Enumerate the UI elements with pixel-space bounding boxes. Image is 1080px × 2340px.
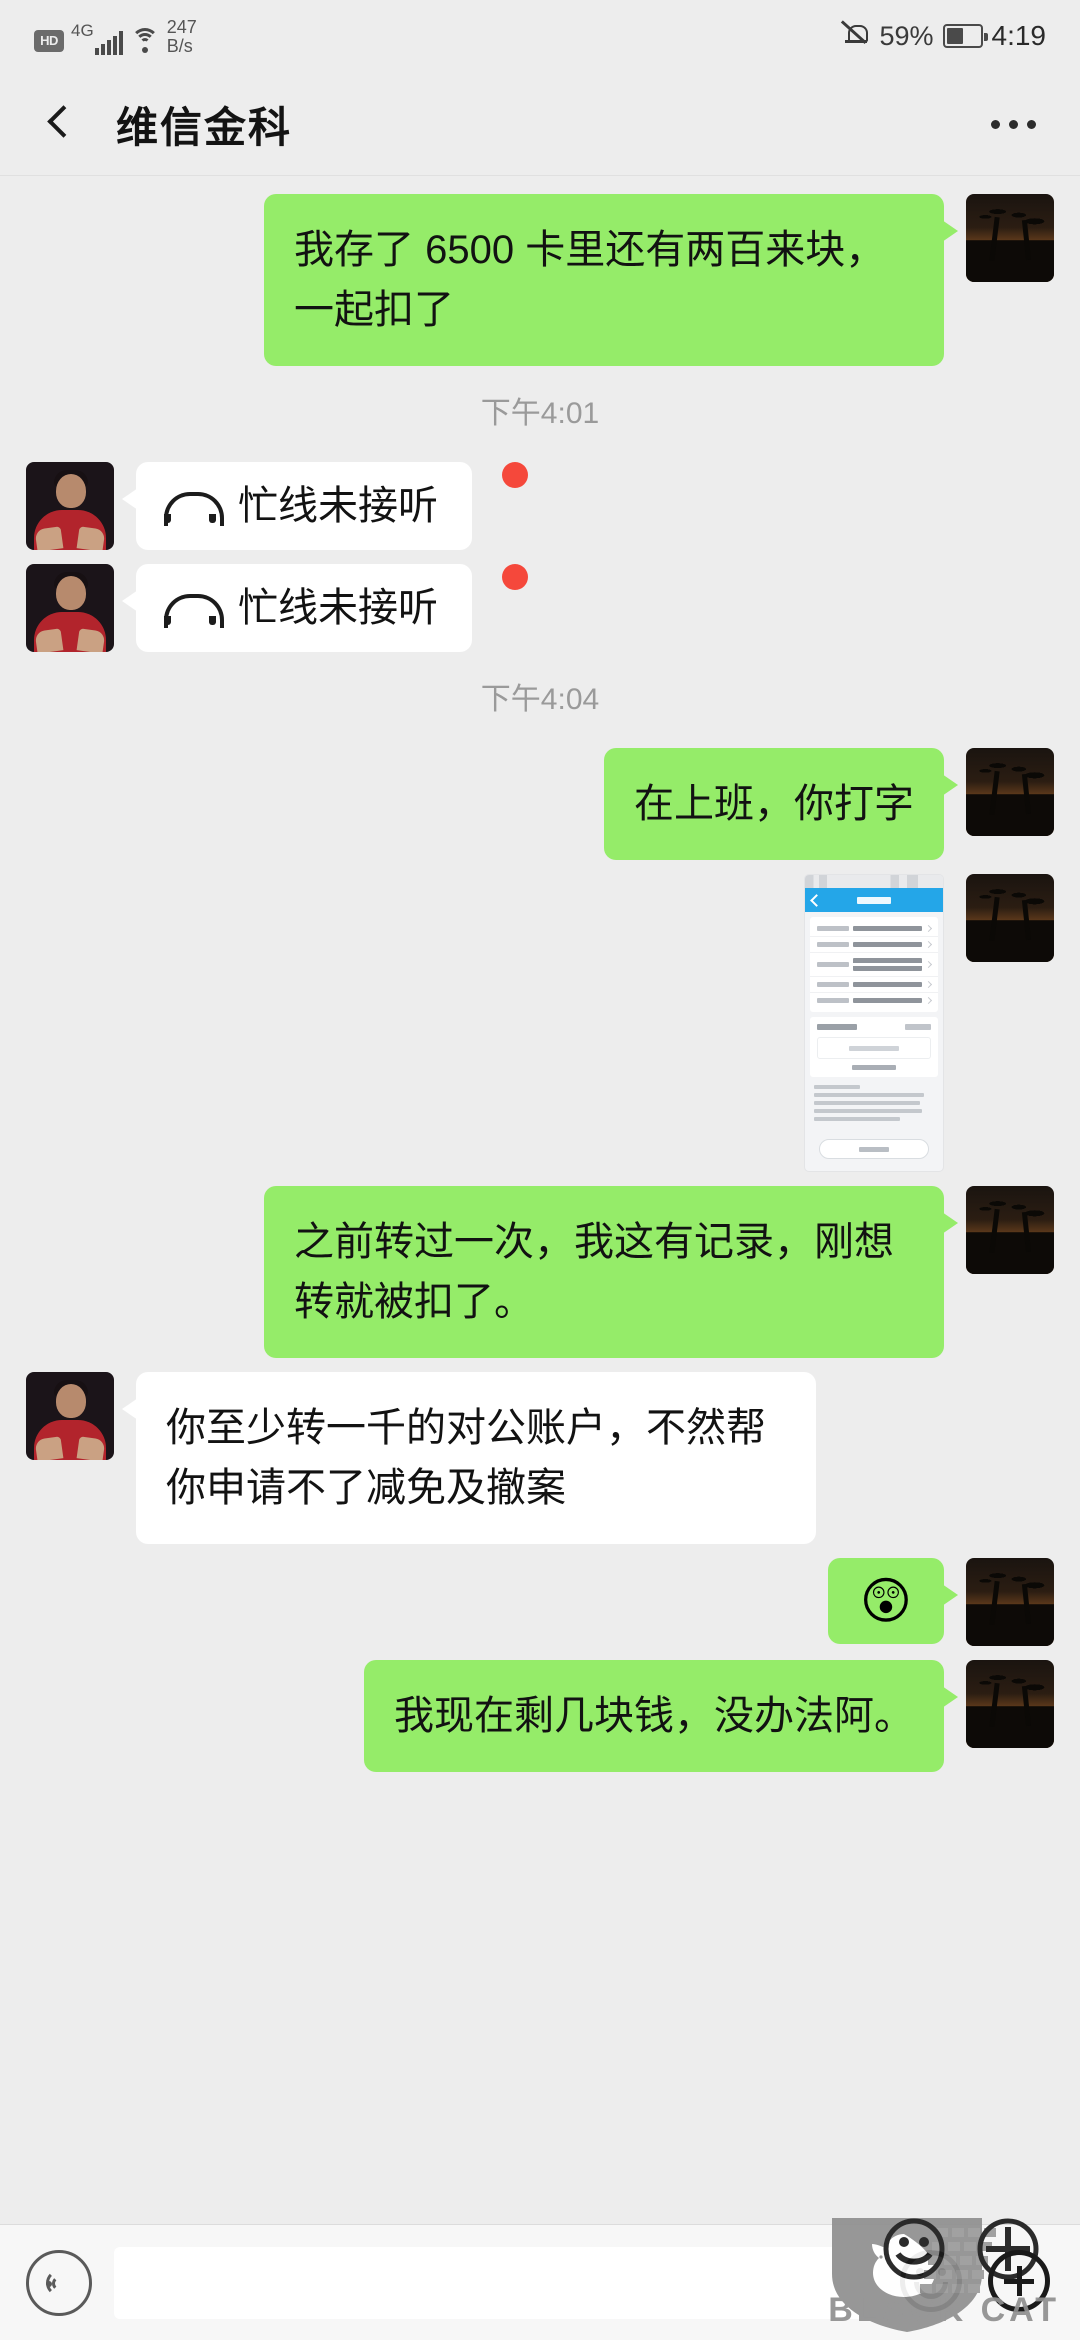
message-row: 在上班，你打字 bbox=[0, 748, 1080, 860]
message-row: 忙线未接听 bbox=[0, 462, 1080, 550]
message-row: 之前转过一次，我这有记录，刚想转就被扣了。 bbox=[0, 1186, 1080, 1358]
message-timestamp: 下午4:04 bbox=[480, 683, 600, 716]
message-timestamp: 下午4:01 bbox=[480, 397, 600, 430]
network-speed-value: 247 bbox=[166, 16, 197, 37]
emoji-icon[interactable] bbox=[900, 2249, 966, 2316]
avatar[interactable] bbox=[26, 462, 114, 550]
screenshot-amount-card bbox=[810, 1017, 938, 1077]
cellular-signal-icon: 4G bbox=[71, 22, 123, 55]
missed-call-label: 忙线未接听 bbox=[238, 484, 438, 528]
status-bar: HD 4G 247 B/s 59% 4:19 bbox=[0, 0, 1080, 72]
chat-bubble-outgoing[interactable]: 我存了 6500 卡里还有两百来块，一起扣了 bbox=[264, 194, 958, 366]
screenshot-note-text bbox=[805, 1077, 943, 1121]
network-speed: 247 B/s bbox=[166, 16, 197, 56]
battery-icon bbox=[942, 24, 988, 48]
network-speed-unit: B/s bbox=[166, 35, 193, 56]
page-title: 维信金科 bbox=[116, 103, 293, 151]
chat-bubble-outgoing[interactable]: 在上班，你打字 bbox=[604, 748, 958, 860]
chat-bubble-incoming[interactable]: 你至少转一千的对公账户，不然帮你申请不了减免及撤案 bbox=[122, 1372, 816, 1544]
screenshot-form-card bbox=[810, 917, 938, 1012]
avatar[interactable] bbox=[966, 748, 1054, 836]
phone-handset-icon bbox=[164, 492, 224, 526]
phone-handset-icon bbox=[164, 594, 224, 628]
message-input[interactable] bbox=[114, 2246, 878, 2319]
chat-bubble-outgoing[interactable]: 之前转过一次，我这有记录，刚想转就被扣了。 bbox=[264, 1186, 958, 1358]
hd-icon: HD bbox=[34, 29, 64, 52]
voice-input-icon[interactable] bbox=[26, 2249, 92, 2316]
unread-dot bbox=[502, 462, 528, 488]
chat-image-attachment[interactable] bbox=[804, 874, 944, 1172]
avatar[interactable] bbox=[966, 1558, 1054, 1646]
message-input-bar bbox=[0, 2224, 1080, 2340]
phone-screen: HD 4G 247 B/s 59% 4:19 维信金科 我存了 6500 卡里还… bbox=[0, 0, 1080, 2340]
avatar[interactable] bbox=[966, 1186, 1054, 1274]
chat-message-list[interactable]: 我存了 6500 卡里还有两百来块，一起扣了 下午4:01 忙线未接听 忙线未接… bbox=[0, 176, 1080, 2224]
message-row: 我存了 6500 卡里还有两百来块，一起扣了 bbox=[0, 194, 1080, 366]
screenshot-next-button bbox=[819, 1139, 929, 1159]
chat-bubble-incoming-call[interactable]: 忙线未接听 bbox=[122, 462, 472, 550]
message-row bbox=[0, 874, 1080, 1172]
signal-bars-icon bbox=[94, 29, 123, 55]
missed-call-label: 忙线未接听 bbox=[238, 586, 438, 630]
avatar[interactable] bbox=[26, 564, 114, 652]
status-clock: 4:19 bbox=[991, 20, 1047, 51]
message-row: 忙线未接听 bbox=[0, 564, 1080, 652]
back-chevron-icon[interactable] bbox=[40, 104, 80, 144]
unread-dot bbox=[502, 564, 528, 590]
more-options-icon[interactable] bbox=[987, 108, 1040, 141]
chat-bubble-outgoing[interactable]: 我现在剩几块钱，没办法阿。 bbox=[364, 1660, 958, 1772]
wifi-icon bbox=[130, 27, 160, 54]
navigation-bar: 维信金科 bbox=[0, 72, 1080, 176]
chat-bubble-incoming-call[interactable]: 忙线未接听 bbox=[122, 564, 472, 652]
message-row: 我现在剩几块钱，没办法阿。 bbox=[0, 1660, 1080, 1772]
plus-icon[interactable] bbox=[988, 2249, 1054, 2316]
avatar[interactable] bbox=[26, 1372, 114, 1460]
avatar[interactable] bbox=[966, 194, 1054, 282]
message-row: 😲 bbox=[0, 1558, 1080, 1646]
avatar[interactable] bbox=[966, 1660, 1054, 1748]
message-row: 你至少转一千的对公账户，不然帮你申请不了减免及撤案 bbox=[0, 1372, 1080, 1544]
screenshot-app-header bbox=[805, 888, 943, 912]
screenshot-status-bar bbox=[805, 875, 943, 888]
bell-muted-icon bbox=[841, 20, 870, 50]
network-type-label: 4G bbox=[71, 20, 94, 40]
avatar[interactable] bbox=[966, 874, 1054, 962]
chat-bubble-outgoing-emoji[interactable]: 😲 bbox=[827, 1558, 959, 1644]
battery-percent-label: 59% bbox=[879, 20, 934, 51]
